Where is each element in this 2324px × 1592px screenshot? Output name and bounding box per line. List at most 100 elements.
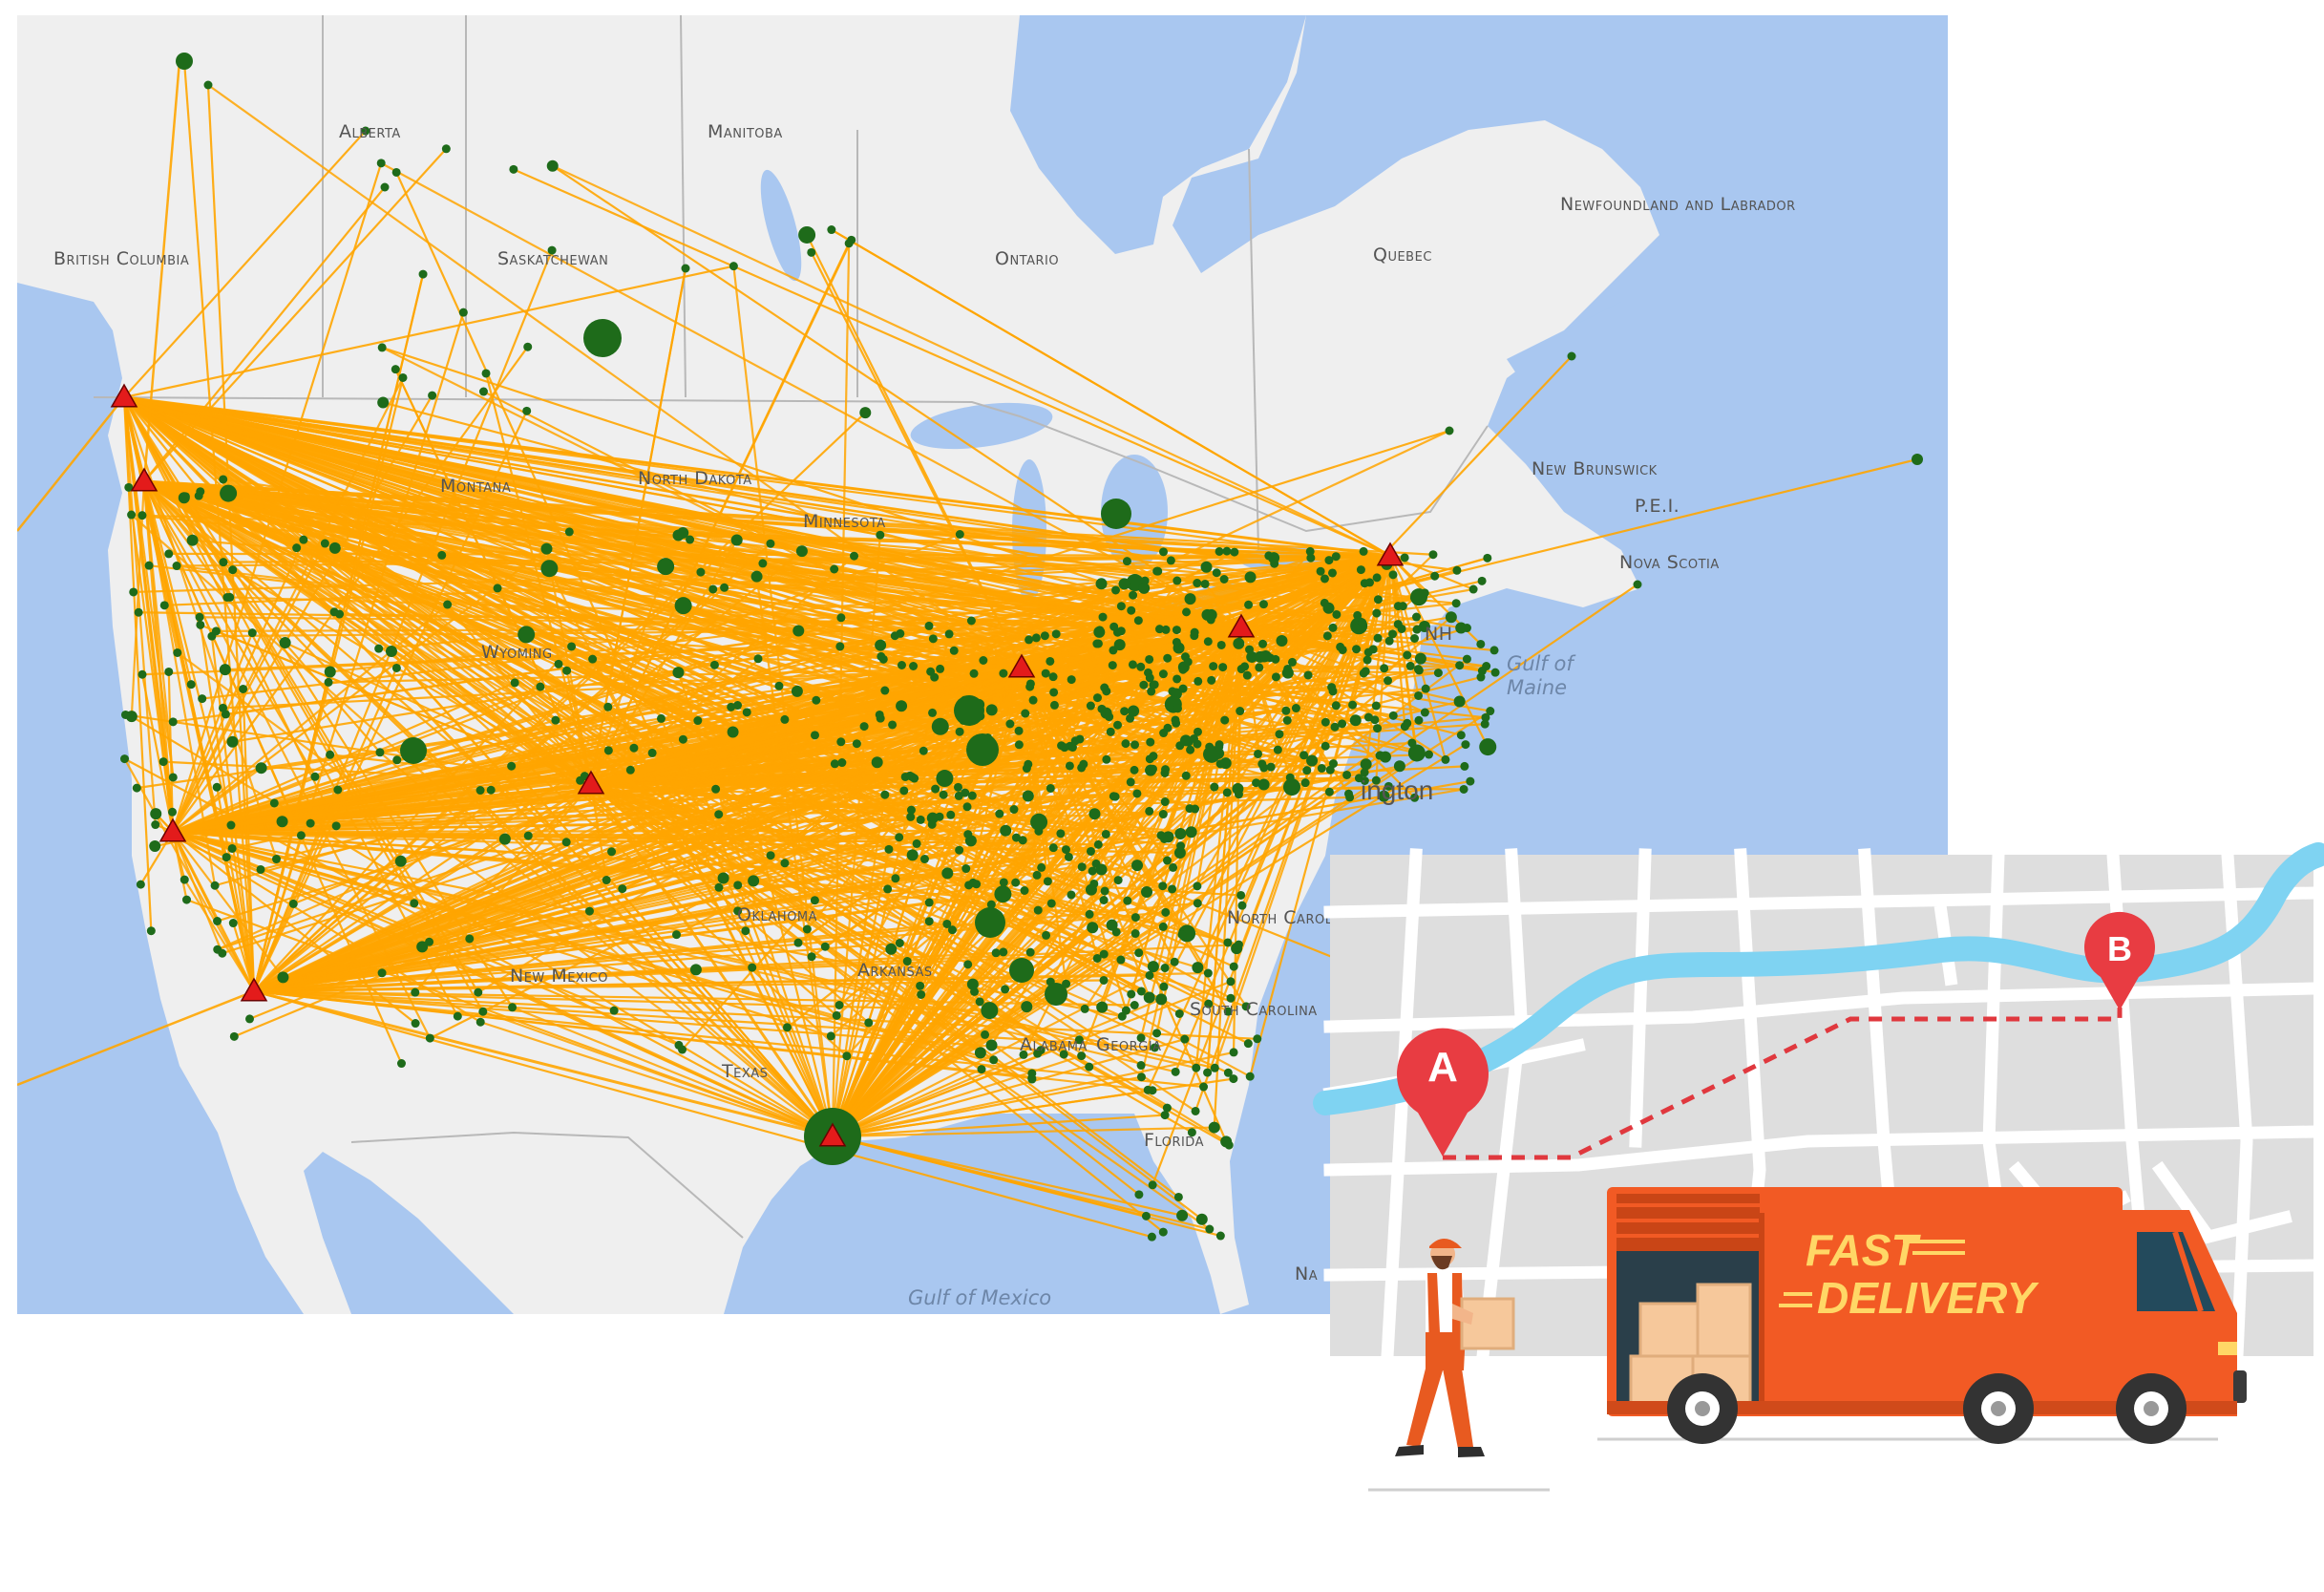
route-node bbox=[1212, 568, 1221, 578]
route-node bbox=[953, 782, 962, 792]
route-node bbox=[1325, 765, 1335, 775]
route-node bbox=[758, 559, 768, 568]
route-node bbox=[1186, 745, 1195, 754]
route-node bbox=[1327, 568, 1337, 578]
route-node bbox=[1285, 773, 1295, 782]
route-node bbox=[949, 646, 959, 655]
route-node bbox=[880, 790, 890, 799]
route-node bbox=[969, 669, 979, 678]
route-node bbox=[1372, 573, 1382, 583]
route-node bbox=[394, 855, 407, 867]
route-node bbox=[1412, 625, 1422, 634]
route-node bbox=[1022, 790, 1034, 802]
route-node bbox=[1130, 740, 1140, 750]
route-node bbox=[425, 1033, 434, 1043]
route-node bbox=[1159, 547, 1169, 557]
route-node bbox=[1328, 623, 1338, 632]
route-node bbox=[137, 511, 147, 520]
route-node bbox=[509, 164, 518, 174]
route-node bbox=[222, 853, 231, 862]
route-node bbox=[1092, 639, 1102, 648]
route-node bbox=[1105, 712, 1114, 722]
route-node bbox=[1240, 662, 1250, 671]
route-node bbox=[475, 786, 485, 796]
route-node bbox=[1128, 660, 1137, 669]
route-node bbox=[245, 1014, 255, 1024]
route-node bbox=[793, 938, 803, 947]
cargo-box-1 bbox=[1638, 1302, 1700, 1358]
route-node bbox=[780, 859, 790, 868]
route-node bbox=[1095, 578, 1108, 590]
label-nassau: Na bbox=[1295, 1263, 1318, 1284]
route-node bbox=[1028, 695, 1038, 705]
van-text-fast: FAST bbox=[1806, 1225, 1921, 1275]
route-node bbox=[657, 558, 675, 576]
route-node bbox=[1229, 962, 1238, 971]
label-british-columbia: British Columbia bbox=[53, 248, 189, 269]
route-node bbox=[1166, 556, 1175, 565]
route-node bbox=[961, 864, 971, 874]
route-node bbox=[1305, 546, 1315, 556]
route-node bbox=[880, 686, 890, 695]
route-node bbox=[1118, 578, 1130, 590]
route-node bbox=[1134, 948, 1144, 958]
route-node bbox=[994, 885, 1012, 903]
route-node bbox=[963, 830, 973, 839]
route-node bbox=[277, 971, 289, 984]
route-node bbox=[1190, 733, 1199, 743]
route-node bbox=[909, 661, 919, 670]
route-node bbox=[1373, 633, 1383, 643]
route-node bbox=[584, 906, 594, 916]
route-node bbox=[1148, 1180, 1157, 1190]
route-node bbox=[985, 704, 998, 716]
route-node bbox=[1056, 829, 1066, 838]
route-node bbox=[977, 1065, 986, 1074]
route-node bbox=[1220, 1136, 1233, 1148]
route-node bbox=[1912, 454, 1923, 465]
route-node bbox=[1233, 637, 1245, 649]
route-node bbox=[955, 529, 964, 539]
route-node bbox=[1433, 669, 1443, 678]
route-node bbox=[1130, 1000, 1139, 1009]
route-node bbox=[916, 981, 925, 990]
route-node bbox=[928, 708, 938, 717]
route-node bbox=[1372, 608, 1382, 618]
route-node bbox=[540, 542, 553, 555]
route-node bbox=[1037, 862, 1046, 872]
route-node bbox=[172, 562, 181, 571]
route-node bbox=[1271, 654, 1280, 664]
route-node bbox=[936, 664, 945, 673]
route-node bbox=[1373, 724, 1383, 733]
route-node bbox=[210, 881, 220, 890]
route-node bbox=[1255, 663, 1264, 672]
route-node bbox=[1331, 701, 1341, 711]
route-node bbox=[1466, 776, 1475, 786]
route-node bbox=[1027, 1069, 1037, 1078]
route-node bbox=[203, 80, 213, 90]
route-node bbox=[218, 948, 227, 958]
route-node bbox=[1410, 633, 1420, 643]
route-node bbox=[392, 755, 402, 765]
route-node bbox=[377, 968, 387, 978]
label-gulf-of-maine-2: Maine bbox=[1507, 676, 1567, 699]
route-node bbox=[885, 943, 898, 955]
route-node bbox=[1328, 687, 1338, 696]
route-node bbox=[129, 587, 138, 597]
route-node bbox=[955, 727, 964, 736]
route-node bbox=[875, 639, 887, 651]
route-node bbox=[1102, 687, 1111, 696]
route-node bbox=[1194, 676, 1203, 686]
route-node bbox=[1099, 896, 1109, 905]
route-node bbox=[198, 694, 207, 704]
route-node bbox=[672, 667, 685, 679]
route-node bbox=[1033, 905, 1043, 915]
route-node bbox=[609, 1006, 619, 1015]
route-node bbox=[1273, 745, 1282, 754]
route-node bbox=[1176, 1209, 1189, 1221]
route-node bbox=[391, 663, 401, 672]
route-node bbox=[428, 391, 437, 400]
route-node bbox=[1219, 575, 1229, 584]
route-node bbox=[1393, 760, 1405, 773]
route-node bbox=[1005, 719, 1015, 729]
route-node bbox=[837, 758, 847, 768]
